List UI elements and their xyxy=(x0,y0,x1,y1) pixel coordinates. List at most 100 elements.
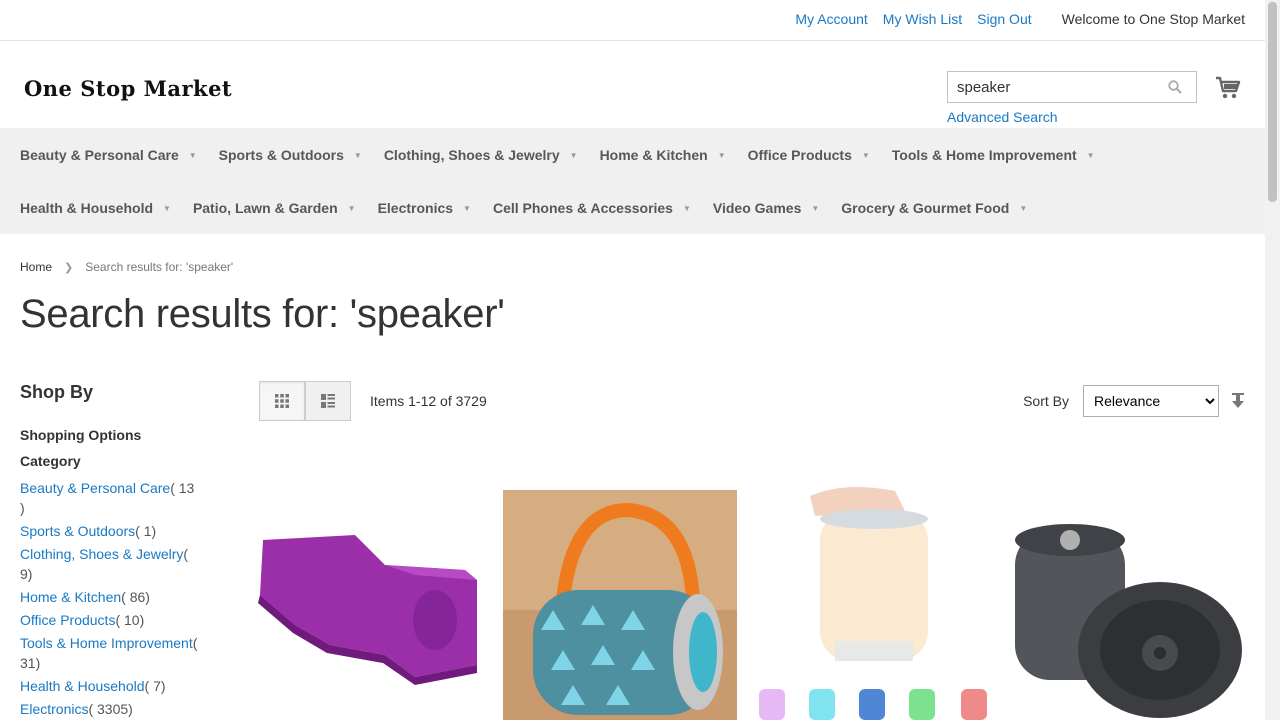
search-icon[interactable] xyxy=(1168,80,1182,94)
nav-item-sports[interactable]: Sports & Outdoors ▼ xyxy=(219,147,362,163)
category-filter-item: Beauty & Personal Care( 13 ) xyxy=(20,478,200,518)
category-filter-link[interactable]: Clothing, Shoes & Jewelry xyxy=(20,546,183,562)
product-photo xyxy=(258,535,477,685)
product-image-lamp-speaker[interactable] xyxy=(755,481,991,720)
nav-label: Beauty & Personal Care xyxy=(20,147,179,163)
category-filter-item: Electronics( 3305) xyxy=(20,699,200,719)
nav-label: Tools & Home Improvement xyxy=(891,147,1077,163)
top-links: My Account My Wish List Sign Out Welcome… xyxy=(780,11,1245,27)
category-filter-list: Beauty & Personal Care( 13 ) Sports & Ou… xyxy=(20,478,210,719)
sort-direction-arrow-icon[interactable] xyxy=(1231,393,1245,409)
nav-label: Sports & Outdoors xyxy=(218,147,344,163)
category-filter-item: Clothing, Shoes & Jewelry( 9) xyxy=(20,544,200,584)
grid-view-button[interactable] xyxy=(259,381,305,421)
nav-item-electronics[interactable]: Electronics ▼ xyxy=(378,200,471,216)
cart-icon[interactable] xyxy=(1215,76,1241,100)
sort-by-label: Sort By xyxy=(1023,393,1069,409)
category-count: ( 10) xyxy=(115,612,145,628)
product-image-purple-speaker[interactable] xyxy=(255,485,480,720)
category-filter-link[interactable]: Beauty & Personal Care xyxy=(20,480,170,496)
chevron-down-icon: ▼ xyxy=(353,150,362,160)
category-filter-title[interactable]: Category xyxy=(20,453,210,469)
page-title: Search results for: 'speaker' xyxy=(20,292,505,336)
nav-item-tools[interactable]: Tools & Home Improvement ▼ xyxy=(892,147,1095,163)
search-box xyxy=(947,71,1197,103)
chevron-down-icon: ▼ xyxy=(811,203,820,213)
category-filter-item: Health & Household( 7) xyxy=(20,676,200,696)
category-nav: Beauty & Personal Care ▼ Sports & Outdoor… xyxy=(0,128,1265,234)
scrollbar-thumb[interactable] xyxy=(1268,2,1277,202)
category-count: ( 3305) xyxy=(88,701,133,717)
nav-label: Clothing, Shoes & Jewelry xyxy=(383,147,560,163)
product-photo xyxy=(1015,524,1242,718)
nav-label: Cell Phones & Accessories xyxy=(492,200,673,216)
nav-item-beauty[interactable]: Beauty & Personal Care ▼ xyxy=(20,147,197,163)
nav-row-1: Beauty & Personal Care ▼ Sports & Outdoor… xyxy=(20,147,1117,163)
nav-label: Patio, Lawn & Garden xyxy=(192,200,338,216)
product-toolbar: Items 1-12 of 3729 Sort By Relevance xyxy=(259,381,1245,421)
category-count: ( 1) xyxy=(135,523,157,539)
category-filter-link[interactable]: Office Products xyxy=(20,612,115,628)
nav-item-clothing[interactable]: Clothing, Shoes & Jewelry ▼ xyxy=(384,147,578,163)
items-count: Items 1-12 of 3729 xyxy=(370,393,487,409)
chevron-down-icon: ▼ xyxy=(1086,150,1095,160)
nav-item-patio[interactable]: Patio, Lawn & Garden ▼ xyxy=(193,200,356,216)
chevron-down-icon: ▼ xyxy=(569,150,578,160)
welcome-message: Welcome to One Stop Market xyxy=(1061,11,1245,27)
list-view-button[interactable] xyxy=(305,381,351,421)
my-account-link[interactable]: My Account xyxy=(795,11,867,27)
category-filter-item: Office Products( 10) xyxy=(20,610,200,630)
chevron-down-icon: ▼ xyxy=(188,150,197,160)
category-filter-item: Home & Kitchen( 86) xyxy=(20,587,200,607)
nav-row-2: Health & Household ▼ Patio, Lawn & Garden… xyxy=(20,200,1049,216)
nav-label: Electronics xyxy=(377,200,454,216)
page-scrollbar[interactable] xyxy=(1265,0,1280,720)
sign-out-link[interactable]: Sign Out xyxy=(977,11,1031,27)
chevron-down-icon: ▼ xyxy=(1019,203,1028,213)
nav-item-office[interactable]: Office Products ▼ xyxy=(748,147,870,163)
nav-item-cell-phones[interactable]: Cell Phones & Accessories ▼ xyxy=(493,200,691,216)
site-logo[interactable]: One Stop Market xyxy=(24,76,232,101)
sidebar: Shop By Shopping Options Category Beauty… xyxy=(20,382,210,722)
breadcrumb-home-link[interactable]: Home xyxy=(20,260,52,274)
shopping-options-title: Shopping Options xyxy=(20,427,142,443)
chevron-down-icon: ▼ xyxy=(463,203,471,213)
advanced-search-link[interactable]: Advanced Search xyxy=(947,109,1058,125)
category-filter-link[interactable]: Home & Kitchen xyxy=(20,589,121,605)
category-filter-link[interactable]: Tools & Home Improvement xyxy=(20,635,193,651)
category-count: ( 86) xyxy=(121,589,150,605)
breadcrumb: Home ❯ Search results for: 'speaker' xyxy=(20,260,233,274)
chevron-down-icon: ▼ xyxy=(163,203,171,213)
nav-item-grocery[interactable]: Grocery & Gourmet Food ▼ xyxy=(841,200,1027,216)
nav-item-health[interactable]: Health & Household ▼ xyxy=(20,200,171,216)
category-filter-link[interactable]: Sports & Outdoors xyxy=(20,523,135,539)
shop-by-title: Shop By xyxy=(20,382,94,402)
product-photo xyxy=(503,490,737,720)
sorter: Sort By Relevance xyxy=(1023,385,1245,417)
chevron-down-icon: ▼ xyxy=(717,150,726,160)
product-image-dual-speakers[interactable] xyxy=(1010,505,1245,720)
sort-by-select[interactable]: Relevance xyxy=(1083,385,1219,417)
search-input[interactable] xyxy=(948,72,1157,102)
chevron-down-icon: ▼ xyxy=(861,150,870,160)
list-icon xyxy=(321,394,335,408)
category-count: ( 7) xyxy=(144,678,166,694)
nav-item-video-games[interactable]: Video Games ▼ xyxy=(713,200,819,216)
category-filter-item: Tools & Home Improvement( 31) xyxy=(20,633,200,673)
product-image-cylinder-speaker[interactable] xyxy=(503,490,737,720)
breadcrumb-current: Search results for: 'speaker' xyxy=(85,260,234,274)
chevron-down-icon: ▼ xyxy=(347,203,356,213)
nav-label: Video Games xyxy=(712,200,802,216)
nav-label: Health & Household xyxy=(20,200,154,216)
nav-item-home-kitchen[interactable]: Home & Kitchen ▼ xyxy=(600,147,726,163)
top-bar: My Account My Wish List Sign Out Welcome… xyxy=(0,0,1280,41)
product-photo xyxy=(755,481,991,720)
category-filter-link[interactable]: Electronics xyxy=(20,701,88,717)
category-filter-link[interactable]: Health & Household xyxy=(20,678,145,694)
category-filter-item: Sports & Outdoors( 1) xyxy=(20,521,200,541)
my-wish-list-link[interactable]: My Wish List xyxy=(883,11,962,27)
chevron-right-icon: ❯ xyxy=(64,262,74,274)
nav-label: Office Products xyxy=(747,147,852,163)
view-mode-switcher xyxy=(259,381,351,421)
grid-icon xyxy=(275,394,289,408)
